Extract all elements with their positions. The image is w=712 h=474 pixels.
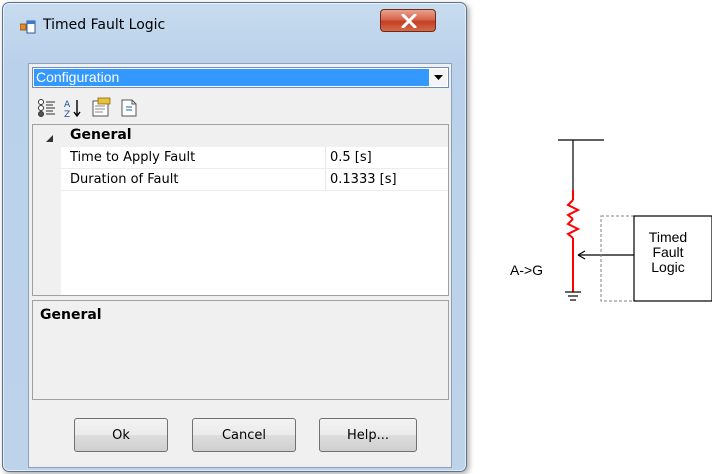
- category-row-general[interactable]: General: [33, 125, 448, 147]
- svg-text:A: A: [64, 100, 71, 110]
- fault-type-label: A->G: [510, 262, 544, 278]
- property-value[interactable]: 0.1333 [s]: [330, 172, 397, 187]
- app-icon: [19, 19, 36, 35]
- property-pages-icon[interactable]: [90, 97, 112, 119]
- block-label-line: Timed: [648, 229, 688, 245]
- block-label: Timed Fault Logic: [640, 230, 696, 275]
- close-button[interactable]: [380, 9, 436, 32]
- column-divider: [325, 169, 326, 191]
- help-button[interactable]: Help...: [319, 418, 417, 452]
- property-name: Duration of Fault: [70, 172, 179, 187]
- collapse-triangle-icon[interactable]: [45, 132, 54, 146]
- dialog-body: Configuration A Z General Time to Apply …: [28, 63, 452, 468]
- category-label: General: [70, 127, 132, 143]
- ok-button[interactable]: Ok: [74, 418, 168, 452]
- property-row[interactable]: Duration of Fault 0.1333 [s]: [33, 169, 448, 191]
- fault-path: [566, 190, 581, 292]
- property-grid: General Time to Apply Fault 0.5 [s] Dura…: [32, 124, 449, 296]
- property-toolbar: A Z: [32, 93, 449, 123]
- chevron-down-icon[interactable]: [430, 69, 447, 86]
- column-divider: [325, 147, 326, 169]
- events-icon[interactable]: [118, 97, 140, 119]
- object-selector-dropdown[interactable]: Configuration: [32, 67, 449, 88]
- categorized-view-icon[interactable]: [36, 97, 58, 119]
- block-label-line: Fault: [652, 244, 684, 260]
- dialog-window: Timed Fault Logic Configuration A Z Gene…: [2, 2, 467, 472]
- svg-text:Z: Z: [64, 110, 70, 119]
- close-icon: [401, 14, 417, 28]
- dashed-boundary: [600, 215, 635, 302]
- dropdown-value: Configuration: [34, 69, 429, 86]
- description-title: General: [40, 307, 102, 323]
- alphabetical-sort-icon[interactable]: A Z: [62, 97, 84, 120]
- title-bar[interactable]: Timed Fault Logic: [3, 3, 466, 35]
- grid-gutter: [33, 191, 61, 295]
- property-name: Time to Apply Fault: [70, 150, 196, 165]
- property-value[interactable]: 0.5 [s]: [330, 150, 372, 165]
- property-row[interactable]: Time to Apply Fault 0.5 [s]: [33, 147, 448, 169]
- row-gutter: [33, 169, 61, 191]
- fault-diagram: A->G Timed Fault Logic: [490, 130, 712, 330]
- cancel-button[interactable]: Cancel: [192, 418, 296, 452]
- row-gutter: [33, 147, 61, 169]
- ground-symbol: [565, 291, 581, 301]
- row-divider: [61, 190, 448, 191]
- window-title: Timed Fault Logic: [43, 17, 166, 33]
- description-panel: General: [32, 300, 449, 400]
- block-label-line: Logic: [651, 259, 685, 275]
